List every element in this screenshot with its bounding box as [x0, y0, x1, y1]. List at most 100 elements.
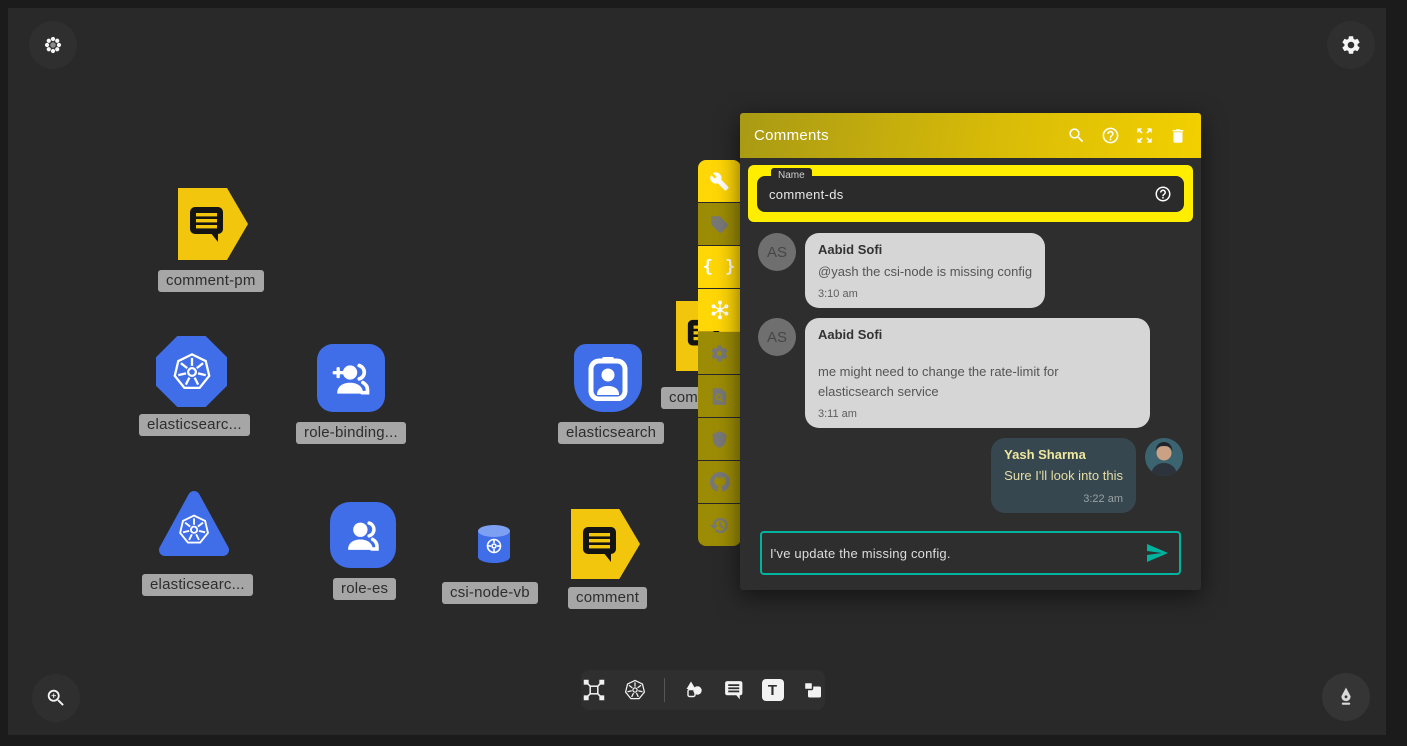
name-field-label: Name — [771, 168, 812, 183]
canvas-tools-toolbar: T — [581, 670, 825, 710]
node-elasticsearch-octagon[interactable] — [156, 336, 227, 407]
toolbar-item-braces[interactable]: { } — [698, 246, 741, 288]
zoom-in-icon — [45, 687, 67, 709]
toolbar-item-doc-search[interactable] — [698, 375, 741, 417]
toolbar-item-tag[interactable] — [698, 203, 741, 245]
toolbar-item-shield[interactable] — [698, 418, 741, 460]
github-icon — [710, 472, 730, 492]
pen-nib-icon — [1334, 685, 1358, 709]
toolbar-item-github[interactable] — [698, 461, 741, 503]
toolbar-item-wrench[interactable] — [698, 160, 741, 202]
gear-icon — [710, 344, 729, 363]
composer-input[interactable] — [770, 546, 1145, 561]
message-time: 3:10 am — [818, 288, 1032, 300]
gear-icon — [1340, 34, 1362, 56]
node-label: elasticsearch — [558, 422, 664, 444]
history-icon — [710, 516, 729, 535]
node-label: role-binding... — [296, 422, 406, 444]
diagram-tool-button[interactable] — [582, 678, 606, 702]
message-time: 3:11 am — [818, 408, 1137, 420]
braces-icon: { } — [703, 257, 737, 277]
node-role-es[interactable] — [330, 502, 396, 568]
node-csi-node-vb[interactable] — [474, 523, 514, 565]
comments-panel: Comments Name AS Aabid Sofi @yash the cs… — [740, 113, 1201, 590]
pen-tool-button[interactable] — [1322, 673, 1370, 721]
toolbar-item-history[interactable] — [698, 504, 741, 546]
panel-title: Comments — [754, 127, 829, 144]
shield-icon — [710, 430, 729, 449]
avatar-initials: AS — [758, 233, 796, 271]
expand-icon[interactable] — [1135, 126, 1154, 145]
send-button[interactable] — [1145, 541, 1169, 565]
doc-search-icon — [710, 387, 729, 406]
node-comment[interactable] — [571, 509, 640, 579]
app-window: comment-pm elasticsearc... — [0, 0, 1407, 746]
shapes-tool-button[interactable] — [682, 678, 706, 702]
node-label: csi-node-vb — [442, 582, 538, 604]
node-role-binding[interactable] — [317, 344, 385, 412]
message-bubble: Aabid Sofi @yash the csi-node is missing… — [805, 233, 1045, 308]
avatar-photo — [1145, 438, 1183, 476]
mesh-icon — [709, 299, 731, 321]
node-elasticsearch-sa[interactable] — [574, 344, 642, 412]
comment-tool-icon — [723, 679, 745, 701]
role-binding-icon — [329, 356, 373, 400]
message-text: Sure I'll look into this — [1004, 466, 1123, 486]
send-icon — [1145, 541, 1169, 565]
text-tool-icon: T — [762, 679, 784, 701]
node-label: comment — [568, 587, 647, 609]
kubernetes-wheel-icon — [170, 350, 214, 394]
image-tool-icon — [801, 678, 825, 702]
trash-icon[interactable] — [1169, 127, 1187, 145]
message-time: 3:22 am — [1004, 493, 1123, 505]
settings-button[interactable] — [1327, 21, 1375, 69]
tag-icon — [710, 215, 729, 234]
node-action-toolbar: { } — [698, 160, 741, 546]
wrench-icon — [710, 172, 729, 191]
message-row: AS Aabid Sofi @yash the csi-node is miss… — [758, 233, 1183, 308]
help-icon[interactable] — [1101, 126, 1120, 145]
comment-composer[interactable] — [760, 531, 1181, 575]
shapes-icon — [682, 678, 706, 702]
message-text: @yash the csi-node is missing config — [818, 262, 1032, 282]
name-input[interactable] — [769, 187, 1154, 202]
zoom-button[interactable] — [32, 674, 80, 722]
role-icon — [342, 514, 384, 556]
node-elasticsearch-triangle[interactable] — [158, 489, 230, 561]
message-author: Aabid Sofi — [818, 327, 1137, 342]
comment-bubble-icon — [579, 524, 621, 564]
kubernetes-icon — [623, 678, 647, 702]
node-label: elasticsearc... — [142, 574, 253, 596]
k8s-triangle-icon — [158, 489, 230, 561]
name-field-section: Name — [748, 165, 1193, 222]
service-account-icon — [588, 355, 628, 401]
message-text: me might need to change the rate-limit f… — [818, 362, 1137, 402]
comments-panel-header[interactable]: Comments — [740, 113, 1201, 158]
search-icon[interactable] — [1067, 126, 1086, 145]
node-comment-pm[interactable] — [178, 188, 248, 260]
image-tool-button[interactable] — [801, 678, 825, 702]
node-label: role-es — [333, 578, 396, 600]
message-bubble: Yash Sharma Sure I'll look into this 3:2… — [991, 438, 1136, 512]
app-menu-button[interactable] — [29, 21, 77, 69]
avatar-initials: AS — [758, 318, 796, 356]
flower-icon — [42, 34, 64, 56]
volume-cylinder-icon — [474, 523, 514, 565]
message-row: Yash Sharma Sure I'll look into this 3:2… — [758, 438, 1183, 512]
comment-tool-button[interactable] — [723, 679, 745, 701]
field-help-icon[interactable] — [1154, 185, 1172, 203]
message-bubble: Aabid Sofi me might need to change the r… — [805, 318, 1150, 428]
node-label: elasticsearc... — [139, 414, 250, 436]
toolbar-divider — [664, 678, 665, 702]
node-label: comment-pm — [158, 270, 264, 292]
diagram-icon — [582, 678, 606, 702]
toolbar-item-gear[interactable] — [698, 332, 741, 374]
kubernetes-tool-button[interactable] — [623, 678, 647, 702]
comment-bubble-icon — [186, 204, 228, 244]
message-row: AS Aabid Sofi me might need to change th… — [758, 318, 1183, 428]
toolbar-item-mesh[interactable] — [698, 289, 741, 331]
message-list[interactable]: AS Aabid Sofi @yash the csi-node is miss… — [740, 222, 1201, 525]
user-photo — [1145, 438, 1183, 476]
text-tool-button[interactable]: T — [762, 679, 784, 701]
message-author: Yash Sharma — [1004, 447, 1123, 462]
